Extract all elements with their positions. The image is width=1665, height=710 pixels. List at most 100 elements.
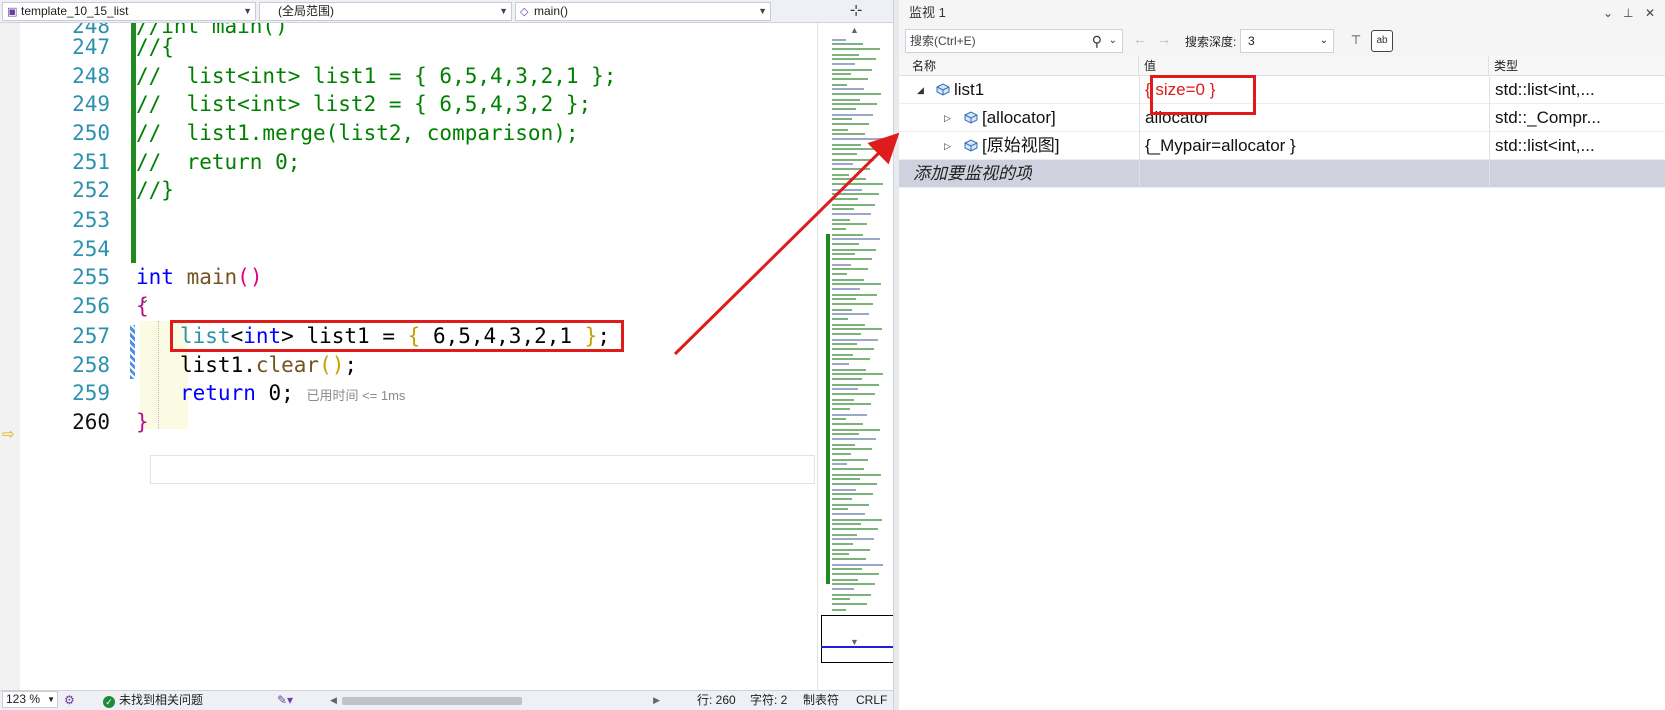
code-line: 247 //{ — [20, 32, 817, 62]
code-editor: ▣ template_10_15_list ▼ (全局范围) ▼ ◇ main() … — [0, 0, 894, 710]
line-text: // list<int> list1 = { 6,5,4,3,2,1 }; — [136, 64, 617, 88]
line-indicator[interactable]: 行: 260 — [697, 691, 736, 710]
split-editor-icon[interactable]: ⊹ — [844, 1, 868, 21]
forward-arrow-icon[interactable]: → — [1157, 31, 1171, 47]
column-indicator[interactable]: 字符: 2 — [750, 691, 787, 710]
column-name-header[interactable]: 名称 — [907, 56, 1139, 76]
chevron-down-icon: ▼ — [243, 6, 252, 16]
dropdown-icon[interactable]: ⌄ — [1603, 0, 1613, 26]
minimap-line — [832, 474, 881, 476]
breakpoint-margin[interactable]: ⇨ — [0, 23, 20, 690]
minimap-line — [832, 498, 852, 500]
watch-item-name: [原始视图] — [982, 136, 1060, 155]
status-bar: 123 % ▼ ⚙ ✓ 未找到相关问题 ✎▾ ◀ ▶ 行: 260 字符: 2 制表… — [0, 690, 893, 710]
minimap-line — [832, 598, 850, 600]
watch-row[interactable]: ◢ list1 { size=0 } std::list<int,... — [899, 76, 1665, 104]
minimap-line — [832, 328, 882, 330]
minimap-line — [832, 573, 879, 575]
line-number: 260 — [72, 410, 110, 434]
column-type-header[interactable]: 类型 — [1489, 56, 1665, 76]
minimap-line — [832, 339, 878, 341]
member-dropdown[interactable]: ◇ main() ▼ — [515, 2, 771, 21]
object-icon — [964, 111, 978, 124]
scroll-up-icon[interactable]: ▲ — [850, 25, 859, 35]
minimap-line — [832, 189, 862, 191]
minimap-line — [832, 159, 874, 161]
column-value-header[interactable]: 值 — [1139, 56, 1489, 76]
minimap-line — [832, 193, 879, 195]
add-watch-placeholder[interactable]: 添加要监视的项 — [913, 160, 1032, 188]
scroll-down-icon[interactable]: ▼ — [850, 637, 859, 647]
issues-indicator[interactable]: ✓ 未找到相关问题 — [103, 691, 203, 710]
minimap-scrollbar[interactable]: ▲ ▼ — [817, 23, 894, 690]
search-icon[interactable]: ⚲ — [1092, 30, 1102, 52]
minimap-line — [832, 418, 846, 420]
keyword-token: return — [180, 381, 256, 405]
watch-item-value: {_Mypair=allocator } — [1145, 136, 1296, 155]
file-dropdown[interactable]: ▣ template_10_15_list ▼ — [2, 2, 256, 21]
minimap-line — [832, 313, 869, 315]
expand-arrow-icon[interactable]: ▷ — [944, 104, 951, 132]
line-text: } — [136, 410, 149, 434]
zoom-dropdown[interactable]: 123 % ▼ — [2, 691, 58, 708]
pin-value-icon[interactable]: ⊤ — [1345, 30, 1367, 52]
minimap-line — [832, 73, 851, 75]
minimap-line — [832, 273, 847, 275]
add-watch-row[interactable]: 添加要监视的项 — [899, 160, 1665, 188]
minimap-line — [832, 543, 853, 545]
minimap-line — [832, 253, 855, 255]
line-text: //{ — [136, 35, 174, 59]
expand-arrow-icon[interactable]: ▷ — [944, 132, 951, 160]
minimap-line — [832, 258, 872, 260]
line-number: 251 — [72, 150, 110, 174]
current-line-highlight — [150, 455, 815, 484]
line-number: 254 — [72, 237, 110, 261]
function-token: main — [186, 265, 238, 289]
scope-dropdown[interactable]: (全局范围) ▼ — [259, 2, 512, 21]
minimap-line — [832, 148, 878, 150]
tabs-indicator[interactable]: 制表符 — [803, 691, 839, 710]
minimap-line — [832, 433, 859, 435]
object-icon — [936, 83, 950, 96]
code-line: 249 // list<int> list2 = { 6,5,4,3,2 }; — [20, 89, 817, 119]
minimap-line — [832, 283, 881, 285]
cube-icon: ◇ — [520, 6, 529, 18]
minimap-line — [832, 153, 857, 155]
chevron-down-icon[interactable]: ⌄ — [1109, 30, 1117, 52]
hex-display-icon[interactable]: ab — [1371, 30, 1393, 52]
minimap-line — [832, 493, 873, 495]
search-depth-dropdown[interactable]: 3 ⌄ — [1240, 29, 1334, 53]
search-depth-label: 搜索深度: — [1185, 35, 1237, 49]
scrollbar-thumb[interactable] — [342, 697, 522, 705]
collapse-arrow-icon[interactable]: ◢ — [917, 76, 924, 104]
watch-search-input[interactable]: 搜索(Ctrl+E) ⚲ ⌄ — [905, 29, 1123, 53]
back-arrow-icon[interactable]: ← — [1133, 31, 1147, 47]
line-ending-indicator[interactable]: CRLF — [856, 691, 887, 710]
pin-icon[interactable]: ⊥ — [1623, 0, 1633, 26]
scroll-right-icon[interactable]: ▶ — [653, 691, 660, 710]
watch-title-bar: 监视 1 ⌄ ⊥ ✕ — [899, 0, 1665, 26]
minimap-line — [832, 549, 870, 551]
code-cleanup-icon[interactable]: ⚙ — [64, 691, 75, 710]
code-line: 259 return 0; 已用时间 <= 1ms — [20, 378, 817, 408]
minimap-line — [832, 204, 875, 206]
minimap-line — [832, 603, 867, 605]
line-text: // return 0; — [136, 150, 301, 174]
code-line: 258 list1.clear(); — [20, 350, 817, 380]
watch-row[interactable]: ▷ [原始视图] {_Mypair=allocator } std::list<… — [899, 132, 1665, 160]
minimap-line — [832, 459, 868, 461]
minimap-line — [832, 318, 848, 320]
elapsed-time-hint: 已用时间 <= 1ms — [306, 388, 406, 403]
minimap-line — [832, 99, 860, 101]
brush-icon[interactable]: ✎▾ — [277, 691, 293, 710]
watch-row[interactable]: ▷ [allocator] allocator std::_Compr... — [899, 104, 1665, 132]
watch-window: 监视 1 ⌄ ⊥ ✕ 搜索(Ctrl+E) ⚲ ⌄ ← → 搜索深度: 3 ⌄ … — [899, 0, 1665, 710]
close-icon[interactable]: ✕ — [1645, 0, 1655, 26]
minimap-line — [832, 448, 872, 450]
code-area[interactable]: ⌄ 248 //int main() 247 //{ 248 // list<i… — [20, 23, 817, 690]
minimap-line — [832, 534, 857, 536]
chevron-down-icon: ⌄ — [1319, 35, 1328, 46]
scroll-left-icon[interactable]: ◀ — [330, 691, 337, 710]
horizontal-scrollbar[interactable]: ◀ ▶ — [330, 695, 660, 705]
minimap-line — [832, 213, 871, 215]
